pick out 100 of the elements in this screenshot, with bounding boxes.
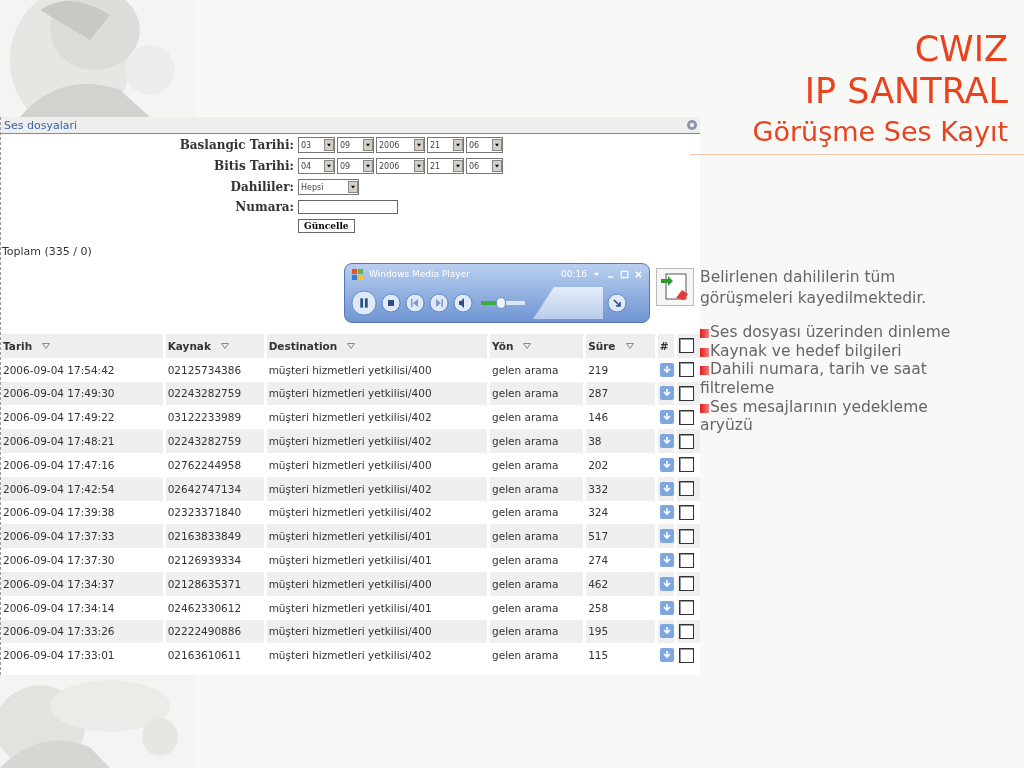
table-cell: 2006-09-04 17:37:33: [3, 530, 115, 543]
table-cell: 287: [588, 387, 609, 400]
row-checkbox[interactable]: [679, 528, 695, 544]
download-icon[interactable]: [659, 600, 674, 615]
table-cell: 2006-09-04 17:47:16: [3, 458, 115, 471]
dropdown-field[interactable]: 06: [466, 158, 503, 174]
table-cell: 274: [588, 554, 609, 567]
download-icon[interactable]: [659, 386, 674, 401]
download-icon[interactable]: [659, 434, 674, 449]
table-cell: 2006-09-04 17:33:01: [3, 649, 115, 662]
slide-title: CWIZ: [913, 28, 1008, 70]
dropdown-field[interactable]: Hepsi: [298, 179, 359, 195]
table-cell: 2006-09-04 17:39:38: [3, 506, 115, 519]
dropdown-field[interactable]: 2006: [376, 158, 425, 174]
table-cell: müşteri hizmetleri yetkilisi/400: [268, 625, 432, 638]
dropdown-field[interactable]: 2006: [376, 137, 425, 153]
table-cell: 2006-09-04 17:34:37: [3, 577, 115, 590]
dropdown-field[interactable]: 21: [427, 158, 464, 174]
dropdown-field[interactable]: 04: [298, 158, 335, 174]
download-icon[interactable]: [659, 624, 674, 639]
table-cell: gelen arama: [492, 363, 559, 376]
row-checkbox[interactable]: [679, 433, 695, 449]
caret-icon: [453, 160, 463, 172]
table-cell: müşteri hizmetleri yetkilisi/400: [268, 577, 432, 590]
download-icon[interactable]: [659, 553, 674, 568]
table-cell: gelen arama: [492, 387, 559, 400]
field-label: Dahililer:: [229, 180, 294, 194]
switch-view-icon[interactable]: [607, 293, 627, 313]
row-checkbox[interactable]: [679, 623, 695, 639]
previous-icon[interactable]: [405, 293, 425, 313]
caret-icon: [324, 160, 334, 172]
column-header[interactable]: Tarih: [3, 339, 33, 352]
download-icon[interactable]: [659, 505, 674, 520]
row-checkbox[interactable]: [679, 362, 695, 378]
select-all-checkbox[interactable]: [679, 338, 695, 354]
table-cell: müşteri hizmetleri yetkilisi/401: [268, 554, 432, 567]
sort-icon[interactable]: [42, 342, 51, 349]
table-cell: 115: [588, 649, 609, 662]
row-checkbox[interactable]: [679, 504, 695, 520]
stop-icon[interactable]: [381, 293, 401, 313]
row-checkbox[interactable]: [679, 409, 695, 425]
table-cell: 02462330612: [167, 601, 242, 614]
caret-icon: [492, 160, 502, 172]
speaker-icon[interactable]: [453, 293, 473, 313]
caret-icon: [363, 160, 373, 172]
table-cell: 219: [588, 363, 609, 376]
dropdown-field[interactable]: 21: [427, 137, 464, 153]
download-icon[interactable]: [659, 529, 674, 544]
download-icon[interactable]: [659, 648, 674, 663]
sort-icon[interactable]: [625, 342, 634, 349]
column-header[interactable]: Yön: [492, 339, 514, 352]
caret-icon: [363, 139, 373, 151]
close-icon[interactable]: [634, 269, 643, 279]
table-cell: 02243282759: [167, 387, 242, 400]
column-header[interactable]: Destination: [268, 339, 338, 352]
table-cell: müşteri hizmetleri yetkilisi/402: [268, 435, 432, 448]
settings-icon[interactable]: [686, 119, 698, 131]
row-checkbox[interactable]: [679, 552, 695, 568]
table-cell: 2006-09-04 17:33:26: [3, 625, 115, 638]
table-cell: müşteri hizmetleri yetkilisi/400: [268, 458, 432, 471]
pause-icon[interactable]: [351, 290, 377, 316]
table-cell: 332: [588, 482, 609, 495]
dropdown-field[interactable]: 06: [466, 137, 503, 153]
maximize-icon[interactable]: [620, 269, 629, 279]
table-cell: 146: [588, 411, 609, 424]
next-icon[interactable]: [429, 293, 449, 313]
input-field[interactable]: [298, 200, 398, 214]
table-cell: 02163610611: [167, 649, 242, 662]
windows-logo-icon: [351, 267, 364, 281]
table-cell: 195: [588, 625, 609, 638]
table-cell: 324: [588, 506, 609, 519]
table-cell: gelen arama: [492, 435, 559, 448]
table-cell: müşteri hizmetleri yetkilisi/401: [268, 530, 432, 543]
row-checkbox[interactable]: [679, 600, 695, 616]
table-cell: 2006-09-04 17:34:14: [3, 601, 115, 614]
row-checkbox[interactable]: [679, 386, 695, 401]
table-cell: müşteri hizmetleri yetkilisi/402: [268, 482, 432, 495]
table-cell: 02125734386: [167, 363, 242, 376]
dropdown-field[interactable]: 03: [298, 137, 335, 153]
row-checkbox[interactable]: [679, 576, 695, 592]
download-icon[interactable]: [659, 457, 674, 472]
dropdown-field[interactable]: 09: [337, 137, 374, 153]
dropdown-field[interactable]: 09: [337, 158, 374, 174]
download-icon[interactable]: [659, 481, 674, 496]
row-checkbox[interactable]: [679, 457, 695, 473]
row-checkbox[interactable]: [679, 647, 695, 663]
download-icon[interactable]: [659, 576, 674, 591]
table-cell: 258: [588, 601, 609, 614]
sort-icon[interactable]: [523, 342, 532, 349]
table-cell: müşteri hizmetleri yetkilisi/402: [268, 506, 432, 519]
export-icon[interactable]: [656, 268, 694, 306]
update-button[interactable]: Güncelle: [298, 219, 355, 233]
table-cell: gelen arama: [492, 458, 559, 471]
sort-icon[interactable]: [347, 342, 356, 349]
table-cell: 02128635371: [167, 577, 242, 590]
table-cell: müşteri hizmetleri yetkilisi/402: [268, 649, 432, 662]
sort-icon[interactable]: [220, 342, 229, 349]
download-icon[interactable]: [659, 362, 674, 377]
row-checkbox[interactable]: [679, 481, 695, 497]
download-icon[interactable]: [659, 410, 674, 425]
